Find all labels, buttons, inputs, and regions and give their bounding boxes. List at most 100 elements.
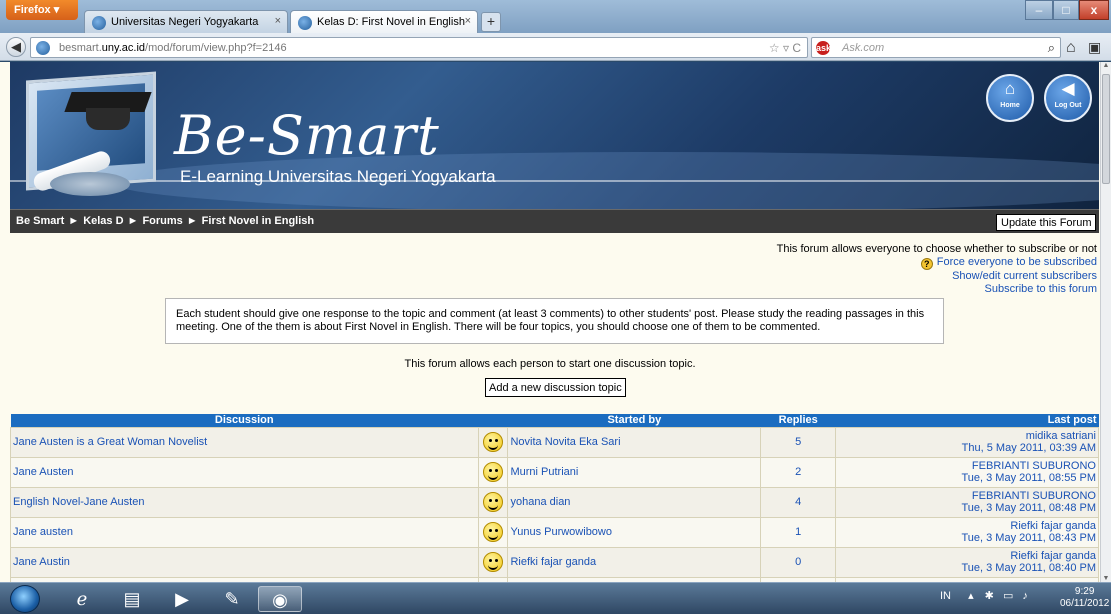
last-post-author[interactable]: Riefki fajar ganda: [838, 520, 1096, 532]
replies-count[interactable]: 1: [760, 516, 837, 548]
table-row: Jane Austin Riefki fajar ganda 0 Riefki …: [10, 546, 1099, 578]
breadcrumb-bar: Be Smart ► Kelas D ► Forums ► First Novel in E…: [10, 209, 1099, 233]
header-avatar: [478, 414, 508, 427]
firefox-taskbar-icon[interactable]: ◉: [258, 586, 302, 612]
site-identity-icon[interactable]: [36, 41, 50, 55]
replies-count[interactable]: 2: [760, 456, 837, 488]
replies-count[interactable]: 5: [760, 426, 837, 458]
user-avatar-icon[interactable]: [482, 462, 503, 482]
search-bar[interactable]: ask Ask.com ⌕: [811, 37, 1061, 58]
header-started-by[interactable]: Started by: [507, 414, 761, 427]
table-row: Jane Austen Murni Putriani 2 FEBRIANTI S…: [10, 456, 1099, 488]
discussion-link[interactable]: Jane Austin: [10, 546, 479, 578]
started-by-link[interactable]: Murni Putriani: [507, 456, 762, 488]
subscription-panel: This forum allows everyone to choose whe…: [777, 243, 1097, 296]
replies-count[interactable]: 0: [760, 546, 837, 578]
last-post-date[interactable]: Tue, 3 May 2011, 08:43 PM: [838, 532, 1096, 544]
user-avatar-icon[interactable]: [482, 522, 503, 542]
header-discussion[interactable]: Discussion: [10, 414, 478, 427]
tab-universitas[interactable]: Universitas Negeri Yogyakarta ×: [84, 10, 288, 33]
close-tab-icon[interactable]: ×: [465, 15, 471, 27]
breadcrumb-item-kelas-d[interactable]: Kelas D: [83, 215, 123, 227]
user-avatar-icon[interactable]: [482, 552, 503, 572]
tab-title: Kelas D: First Novel in English: [317, 16, 465, 28]
started-by-link[interactable]: Yunus Purwowibowo: [507, 516, 762, 548]
address-bar[interactable]: besmart.uny.ac.id/mod/forum/view.php?f=2…: [30, 37, 808, 58]
back-button[interactable]: ◀: [6, 37, 26, 57]
ask-engine-icon[interactable]: ask: [816, 41, 831, 55]
home-button[interactable]: ⌂ Home: [986, 74, 1034, 122]
user-avatar-icon[interactable]: [482, 432, 503, 452]
force-subscribe-link[interactable]: ? Force everyone to be subscribed: [777, 256, 1097, 270]
volume-icon[interactable]: ♪: [1022, 590, 1028, 602]
system-clock[interactable]: 9:29 06/11/2012: [1060, 586, 1109, 610]
close-window-button[interactable]: x: [1079, 0, 1109, 20]
update-forum-button[interactable]: Update this Forum: [996, 214, 1097, 231]
show-subscribers-link[interactable]: Show/edit current subscribers: [777, 270, 1097, 283]
maximize-button[interactable]: □: [1053, 0, 1079, 20]
breadcrumb: Be Smart ► Kelas D ► Forums ► First Novel in E…: [16, 215, 314, 227]
besmart-favicon-icon: [298, 16, 312, 30]
internet-explorer-icon[interactable]: ℯ: [60, 586, 104, 612]
last-post-author[interactable]: midika satriani: [838, 430, 1096, 442]
network-icon[interactable]: ✱: [985, 590, 994, 602]
started-by-link[interactable]: yohana dian: [507, 486, 762, 518]
scrollbar-thumb[interactable]: [1102, 74, 1110, 184]
start-button[interactable]: [10, 585, 40, 613]
tab-title: Universitas Negeri Yogyakarta: [111, 16, 259, 28]
minimize-button[interactable]: –: [1025, 0, 1053, 20]
url-text[interactable]: besmart.uny.ac.id/mod/forum/view.php?f=2…: [59, 42, 287, 54]
language-indicator[interactable]: IN: [940, 590, 951, 602]
tab-kelas-d[interactable]: Kelas D: First Novel in English ×: [290, 10, 478, 33]
breadcrumb-item-forums[interactable]: Forums: [142, 215, 182, 227]
discussion-link[interactable]: Jane austen: [10, 516, 479, 548]
close-tab-icon[interactable]: ×: [275, 15, 281, 27]
breadcrumb-item-current: First Novel in English: [201, 215, 315, 227]
header-last-post[interactable]: Last post: [835, 414, 1099, 427]
monitor-base: [50, 172, 130, 196]
last-post-author[interactable]: FEBRIANTI SUBURONO: [838, 490, 1096, 502]
file-explorer-icon[interactable]: ▤: [110, 586, 154, 612]
discussion-link[interactable]: English Novel-Jane Austen: [10, 486, 479, 518]
add-discussion-button[interactable]: Add a new discussion topic: [485, 378, 626, 397]
firefox-menu-button[interactable]: Firefox ▾: [6, 0, 78, 20]
last-post-cell: Riefki fajar ganda Tue, 3 May 2011, 08:43…: [835, 516, 1099, 548]
scroll-down-icon[interactable]: ▼: [1102, 575, 1110, 582]
user-avatar-icon[interactable]: [482, 492, 503, 512]
tray-expand-icon[interactable]: ▴: [968, 590, 974, 602]
vertical-scrollbar[interactable]: ▲ ▼: [1100, 62, 1111, 582]
help-icon[interactable]: ?: [920, 258, 933, 270]
last-post-date[interactable]: Thu, 5 May 2011, 03:39 AM: [838, 442, 1096, 454]
last-post-date[interactable]: Tue, 3 May 2011, 08:55 PM: [838, 472, 1096, 484]
breadcrumb-separator: ►: [127, 215, 139, 227]
last-post-date[interactable]: Tue, 3 May 2011, 08:40 PM: [838, 562, 1096, 574]
breadcrumb-item-besmart[interactable]: Be Smart: [16, 215, 64, 227]
home-icon[interactable]: ⌂: [1066, 39, 1076, 57]
last-post-date[interactable]: Tue, 3 May 2011, 08:48 PM: [838, 502, 1096, 514]
paint-icon[interactable]: ✎: [210, 586, 254, 612]
last-post-cell: midika satriani Thu, 5 May 2011, 03:39 AM: [835, 426, 1099, 458]
last-post-cell: Riefki fajar ganda Tue, 3 May 2011, 08:40…: [835, 546, 1099, 578]
search-icon[interactable]: ⌕: [1048, 40, 1055, 56]
header-replies[interactable]: Replies: [760, 414, 836, 427]
subscription-note: This forum allows everyone to choose whe…: [776, 243, 1097, 255]
monitor-tray-icon[interactable]: ▭: [1003, 590, 1013, 602]
discussion-link[interactable]: Jane Austen: [10, 456, 479, 488]
started-by-link[interactable]: Riefki fajar ganda: [507, 546, 762, 578]
subscribe-link[interactable]: Subscribe to this forum: [777, 283, 1098, 296]
replies-count[interactable]: 4: [760, 486, 837, 518]
discussion-link[interactable]: Jane Austen is a Great Woman Novelist: [10, 426, 479, 458]
scroll-up-icon[interactable]: ▲: [1102, 62, 1110, 69]
new-tab-button[interactable]: +: [481, 12, 501, 32]
last-post-author[interactable]: Riefki fajar ganda: [838, 550, 1096, 562]
bookmarks-icon[interactable]: ▣: [1088, 39, 1101, 56]
media-player-icon[interactable]: ▶: [160, 586, 204, 612]
last-post-author[interactable]: FEBRIANTI SUBURONO: [838, 460, 1096, 472]
system-tray: IN ▴ ✱ ▭ ♪: [940, 589, 1028, 602]
logout-button[interactable]: ◀ Log Out: [1044, 74, 1092, 122]
search-placeholder[interactable]: Ask.com: [842, 42, 884, 54]
last-post-cell: FEBRIANTI SUBURONO Tue, 3 May 2011, 08:48…: [835, 486, 1099, 518]
star-reload-icon[interactable]: ☆ ▿ C: [769, 41, 801, 55]
started-by-link[interactable]: Novita Novita Eka Sari: [507, 426, 762, 458]
browser-titlebar: Firefox ▾ Universitas Negeri Yogyakarta …: [0, 0, 1111, 33]
